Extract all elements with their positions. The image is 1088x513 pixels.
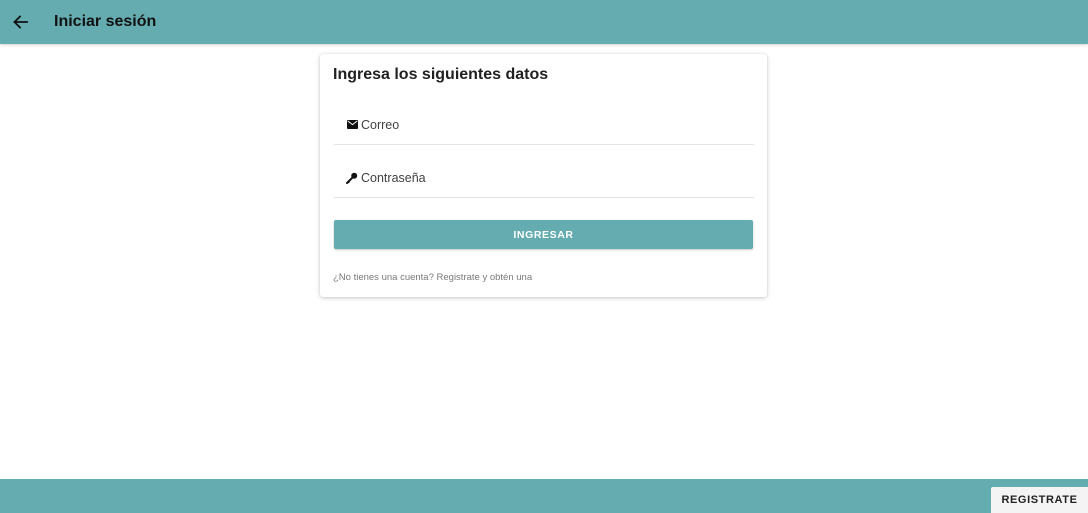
register-button[interactable]: REGISTRATE bbox=[991, 487, 1088, 513]
email-field[interactable]: Correo bbox=[334, 105, 758, 146]
page-title: Iniciar sesión bbox=[54, 13, 157, 30]
password-field[interactable]: Contraseña bbox=[334, 158, 758, 199]
login-button[interactable]: INGRESAR bbox=[334, 220, 753, 249]
email-input[interactable] bbox=[334, 105, 758, 146]
signup-link[interactable]: ¿No tienes una cuenta? Registrate y obté… bbox=[333, 272, 532, 283]
arrow-left-icon bbox=[13, 15, 28, 29]
back-button[interactable] bbox=[10, 12, 30, 32]
login-card-title: Ingresa los siguientes datos bbox=[333, 66, 549, 83]
password-input[interactable] bbox=[334, 158, 758, 199]
app-header: Iniciar sesión bbox=[0, 0, 1088, 44]
login-card: Ingresa los siguientes datos Correo Cont… bbox=[320, 54, 767, 297]
bottom-bar: REGISTRATE bbox=[0, 479, 1088, 513]
